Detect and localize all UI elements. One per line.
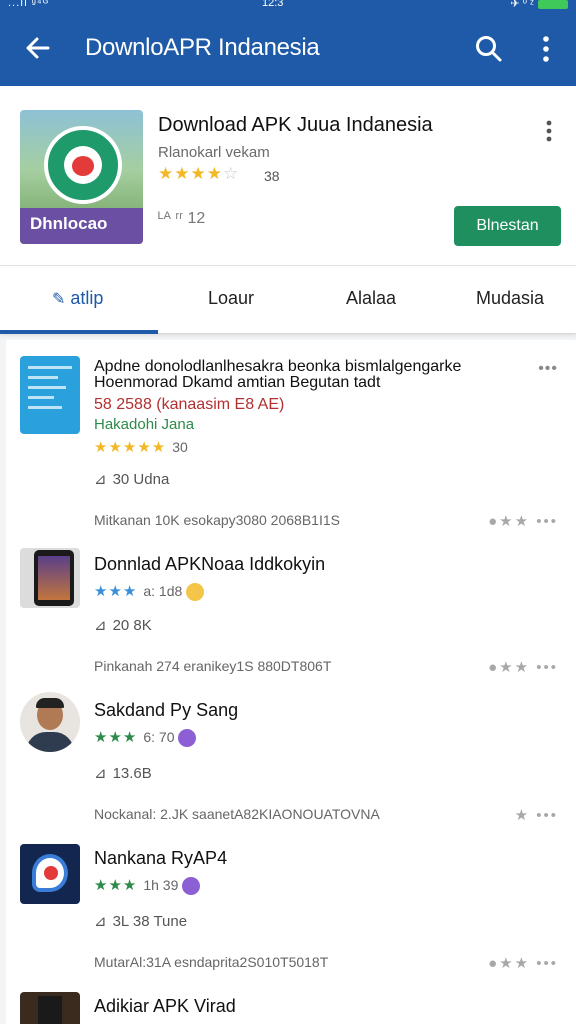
active-tab-indicator xyxy=(0,330,158,334)
tab-label: atlip xyxy=(70,288,104,308)
item-footer: Pinkanah 274 eranikey1S 880DT806T xyxy=(94,658,332,674)
download-count: ⊿ 3L 38 Tune xyxy=(94,912,187,930)
install-button[interactable]: Blnestan xyxy=(454,206,561,246)
emoji-icon xyxy=(186,583,205,602)
battery-icon xyxy=(538,0,568,9)
rating-stars: ★★★ a: 1d8 xyxy=(94,582,205,602)
item-footer: Nockanal: 2.JK saanetA82KIAONOUATOVNA xyxy=(94,806,380,822)
featured-app-icon: Dhnlocao xyxy=(20,110,143,244)
rating-count: 30 xyxy=(172,439,188,455)
status-time: 12:3 xyxy=(262,0,284,9)
item-footer: Mitkanan 10K esokapy3080 2068B1I1S xyxy=(94,512,340,528)
signal-indicator: ...ıl ᵍ⁴ᴳ xyxy=(8,0,50,9)
back-button[interactable] xyxy=(20,30,56,66)
search-icon xyxy=(476,36,502,62)
search-button[interactable] xyxy=(472,32,506,66)
download-icon: ⊿ xyxy=(94,913,107,930)
list-item[interactable]: Donnlad APKNoaa Iddkokyin ★★★ a: 1d8 ⊿ 20 … xyxy=(6,540,576,686)
featured-app-title: Download APK Juua Indanesia xyxy=(158,114,433,136)
app-version: 58 2588 (kanaasim E8 AE) xyxy=(94,396,285,413)
featured-rating-stars: ★★★★☆ xyxy=(158,164,239,184)
app-category: Hakadohi Jana xyxy=(94,416,195,433)
status-bar: ...ıl ᵍ⁴ᴳ 12:3 ✈ ⁰ ᶻ xyxy=(0,0,576,14)
phone-image xyxy=(34,550,74,606)
list-item[interactable]: Nankana RyAP4 ★★★ 1h 39 ⊿ 3L 38 Tune Mutar… xyxy=(6,834,576,984)
app-thumbnail xyxy=(20,992,80,1024)
page-title: DownloAPR Indanesia xyxy=(85,34,320,61)
app-title: Adikiar APK Virad xyxy=(94,996,236,1016)
avatar xyxy=(20,692,80,752)
app-thumbnail xyxy=(20,844,80,904)
tab-loaur[interactable]: Loaur xyxy=(208,288,254,309)
download-count-label: 20 8K xyxy=(112,617,152,634)
star-icons: ★★★ xyxy=(94,729,138,746)
download-icon: ⊿ xyxy=(94,617,107,634)
featured-app-card[interactable]: Dhnlocao Download APK Juua Indanesia Rla… xyxy=(0,86,576,266)
icon-banner-label: Dhnlocao xyxy=(30,214,108,233)
download-count-label: 30 Udna xyxy=(112,471,170,488)
app-title: Nankana RyAP4 xyxy=(94,848,228,868)
app-thumbnail xyxy=(20,548,80,608)
item-actions[interactable]: ●★★ ••• xyxy=(488,954,558,972)
back-arrow-icon xyxy=(26,37,50,59)
app-logo-icon xyxy=(44,126,122,204)
status-icons: ✈ ⁰ ᶻ xyxy=(510,0,568,10)
download-count: ⊿ 20 8K xyxy=(94,616,152,634)
item-footer: MutarAl:31A esndaprita2S010T5018T xyxy=(94,954,329,970)
tab-app[interactable]: ✎ atlip xyxy=(52,288,103,309)
download-count: ⊿ 30 Udna xyxy=(94,470,169,488)
featured-more-button[interactable] xyxy=(538,118,560,144)
more-vert-icon xyxy=(546,120,552,142)
app-title: Donnlad APKNoaa Iddkokyin xyxy=(94,554,326,574)
download-count: ⊿ 13.6B xyxy=(94,764,152,782)
tab-alalaa[interactable]: Alalaa xyxy=(346,288,396,309)
rating-count: a: 1d8 xyxy=(143,583,183,599)
rating-count: 6: 70 xyxy=(143,729,175,745)
app-title-line2: Hoenmorad Dkamd amtian Begutan tadt xyxy=(94,374,381,391)
item-actions[interactable]: ●★★ ••• xyxy=(488,512,558,530)
star-icons: ★★★★ xyxy=(158,164,223,183)
tab-mudasia[interactable]: Mudasia xyxy=(476,288,544,309)
emoji-icon xyxy=(182,877,201,896)
more-vert-icon xyxy=(543,36,549,62)
list-item[interactable]: Apdne donolodlanlhesakra beonka bismlalg… xyxy=(6,340,576,540)
airplane-icon: ✈ ⁰ ᶻ xyxy=(510,0,534,10)
item-actions[interactable]: ●★★ ••• xyxy=(488,658,558,676)
app-bar: DownloAPR Indanesia xyxy=(0,14,576,86)
tab-bar: ✎ atlip Loaur Alalaa Mudasia xyxy=(0,266,576,334)
icon-banner: Dhnlocao xyxy=(20,208,143,244)
list-item[interactable]: Sakdand Py Sang ★★★ 6: 70 ⊿ 13.6B Nockanal… xyxy=(6,686,576,834)
item-actions[interactable]: ★ ••• xyxy=(515,806,558,824)
app-list: Apdne donolodlanlhesakra beonka bismlalg… xyxy=(6,340,576,1024)
download-icon: ⊿ xyxy=(94,471,107,488)
download-count-label: 13.6B xyxy=(112,765,152,782)
featured-rating-count: 38 xyxy=(264,168,280,184)
edit-icon: ✎ xyxy=(52,291,66,308)
item-more-button[interactable]: ••• xyxy=(538,360,558,378)
overflow-menu-button[interactable] xyxy=(532,32,560,66)
featured-app-developer: Rlanokarl vekam xyxy=(158,144,270,161)
star-empty-icon: ☆ xyxy=(222,164,240,183)
app-thumbnail xyxy=(20,356,80,434)
rating-stars: ★★★ 6: 70 xyxy=(94,728,197,748)
app-title: Sakdand Py Sang xyxy=(94,700,239,720)
star-icons: ★★★ xyxy=(94,583,138,600)
download-count-label: 3L 38 Tune xyxy=(112,913,188,930)
star-icons: ★★★ xyxy=(94,877,138,894)
download-icon: ⊿ xyxy=(94,765,107,782)
rating-stars: ★★★ 1h 39 xyxy=(94,876,201,896)
featured-meta: ᴸᴬ ʳʳ 12 xyxy=(158,210,206,227)
rating-stars: ★★★★★ 30 xyxy=(94,438,188,456)
star-icons: ★★★★★ xyxy=(94,439,167,456)
emoji-icon xyxy=(178,729,197,748)
list-item[interactable]: Adikiar APK Virad xyxy=(6,984,576,1024)
rating-count: 1h 39 xyxy=(143,877,179,893)
